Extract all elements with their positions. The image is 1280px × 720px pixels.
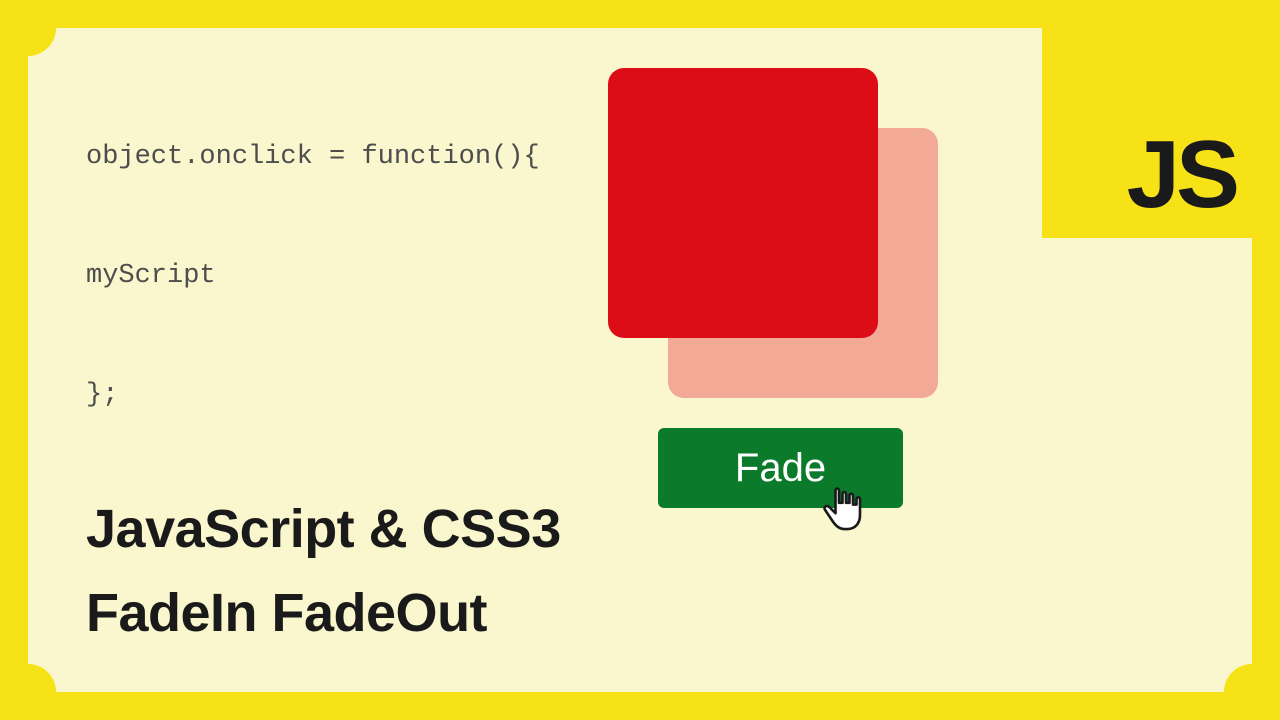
title-line-1: JavaScript & CSS3 bbox=[86, 488, 561, 572]
code-line-2: myScript bbox=[86, 261, 216, 291]
code-snippet: object.onclick = function(){ myScript }; bbox=[86, 128, 540, 425]
code-line-3: }; bbox=[86, 380, 118, 410]
content-card: object.onclick = function(){ myScript };… bbox=[28, 28, 1252, 692]
code-line-1: object.onclick = function(){ bbox=[86, 142, 540, 172]
slide-title: JavaScript & CSS3 FadeIn FadeOut bbox=[86, 488, 561, 655]
js-logo-badge: JS bbox=[1042, 28, 1252, 238]
fade-demo-squares bbox=[608, 68, 968, 398]
fade-button-label: Fade bbox=[735, 446, 826, 491]
notch-top-left bbox=[0, 0, 56, 56]
js-logo-text: JS bbox=[1127, 120, 1236, 230]
title-line-2: FadeIn FadeOut bbox=[86, 572, 561, 656]
square-solid bbox=[608, 68, 878, 338]
fade-button[interactable]: Fade bbox=[658, 428, 903, 508]
